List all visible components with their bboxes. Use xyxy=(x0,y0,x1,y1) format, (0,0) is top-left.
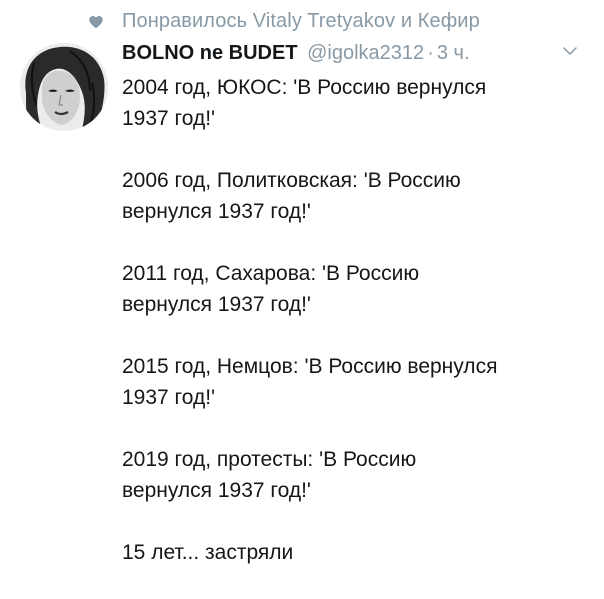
heart-icon xyxy=(89,16,103,29)
author-handle[interactable]: @igolka2312 xyxy=(307,42,424,64)
avatar-image xyxy=(20,43,108,131)
tweet-paragraph: 2011 год, Сахарова: 'В Россию вернулся 1… xyxy=(122,262,420,316)
avatar[interactable] xyxy=(20,43,108,131)
tweet-paragraph: 2015 год, Немцов: 'В Россию вернулся 193… xyxy=(122,355,498,409)
author-name[interactable]: BOLNO ne BUDET xyxy=(122,42,298,64)
tweet-text: 2004 год, ЮКОС: 'В Россию вернулся 1937 … xyxy=(122,72,592,599)
tweet-paragraph: 2004 год, ЮКОС: 'В Россию вернулся 1937 … xyxy=(122,76,487,130)
tweet-header: BOLNO ne BUDET @igolka2312 · 3 ч. xyxy=(122,38,592,68)
timestamp[interactable]: 3 ч. xyxy=(437,42,470,64)
tweet-paragraph: 2019 год, протесты: 'В Россию вернулся 1… xyxy=(122,448,417,502)
chevron-down-icon[interactable] xyxy=(561,42,579,60)
separator-dot: · xyxy=(427,42,434,64)
tweet-paragraph: 15 лет... застряли xyxy=(122,541,294,564)
social-context: Понравилось Vitaly Tretyakov и Кефир xyxy=(0,8,604,36)
tweet-paragraph: 2006 год, Политковская: 'В Россию вернул… xyxy=(122,169,461,223)
social-context-text[interactable]: Понравилось Vitaly Tretyakov и Кефир xyxy=(122,10,480,33)
